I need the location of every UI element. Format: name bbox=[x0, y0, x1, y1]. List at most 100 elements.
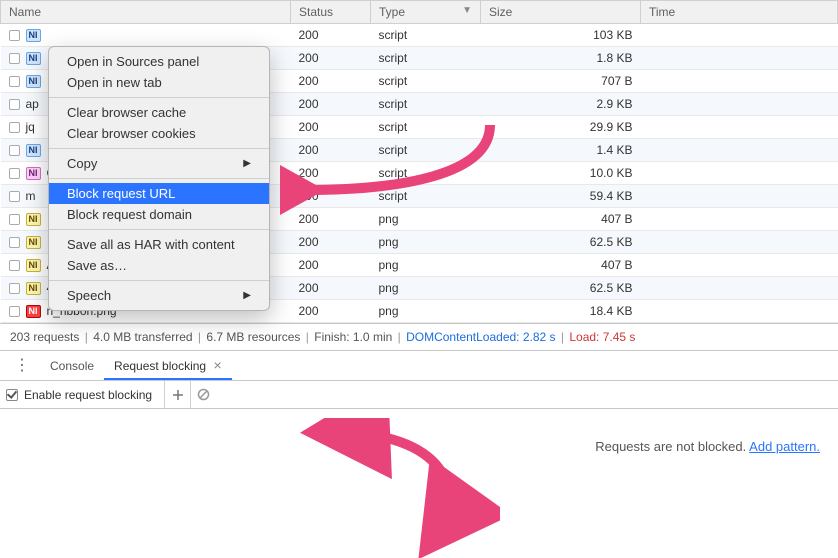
status-cell: 200 bbox=[291, 139, 371, 162]
row-checkbox[interactable] bbox=[9, 168, 20, 179]
resources: 6.7 MB resources bbox=[206, 330, 300, 344]
size-cell: 407 B bbox=[481, 208, 641, 231]
context-menu: Open in Sources panel Open in new tab Cl… bbox=[48, 46, 270, 311]
enable-blocking-label: Enable request blocking bbox=[24, 388, 152, 402]
add-pattern-link[interactable]: Add pattern. bbox=[749, 439, 820, 454]
tab-request-blocking[interactable]: Request blocking × bbox=[104, 351, 232, 380]
initiator-badge: NI bbox=[26, 259, 41, 272]
initiator-badge: NI bbox=[26, 167, 41, 180]
col-status[interactable]: Status bbox=[291, 1, 371, 24]
type-cell: png bbox=[371, 254, 481, 277]
col-size[interactable]: Size bbox=[481, 1, 641, 24]
cm-clear-cookies[interactable]: Clear browser cookies bbox=[49, 123, 269, 144]
status-cell: 200 bbox=[291, 231, 371, 254]
cm-save-har[interactable]: Save all as HAR with content bbox=[49, 234, 269, 255]
resource-name: m bbox=[26, 189, 36, 203]
clear-patterns-button[interactable] bbox=[190, 381, 216, 408]
row-checkbox[interactable] bbox=[9, 214, 20, 225]
no-block-message: Requests are not blocked. bbox=[595, 439, 746, 454]
status-cell: 200 bbox=[291, 24, 371, 47]
cm-block-url[interactable]: Block request URL bbox=[49, 183, 269, 204]
cm-open-new-tab[interactable]: Open in new tab bbox=[49, 72, 269, 93]
cm-save-as[interactable]: Save as… bbox=[49, 255, 269, 276]
status-cell: 200 bbox=[291, 254, 371, 277]
initiator-badge: NI bbox=[26, 29, 41, 42]
size-cell: 62.5 KB bbox=[481, 277, 641, 300]
row-checkbox[interactable] bbox=[9, 283, 20, 294]
submenu-arrow-icon: ▶ bbox=[243, 158, 251, 169]
initiator-badge: NI bbox=[26, 52, 41, 65]
type-cell: script bbox=[371, 93, 481, 116]
type-cell: png bbox=[371, 208, 481, 231]
row-checkbox[interactable] bbox=[9, 260, 20, 271]
row-checkbox[interactable] bbox=[9, 306, 20, 317]
resource-name: ap bbox=[26, 97, 39, 111]
status-cell: 200 bbox=[291, 47, 371, 70]
status-cell: 200 bbox=[291, 185, 371, 208]
initiator-badge: NI bbox=[26, 75, 41, 88]
dom-content-loaded: DOMContentLoaded: 2.82 s bbox=[406, 330, 555, 344]
finish-time: Finish: 1.0 min bbox=[314, 330, 392, 344]
time-cell bbox=[641, 47, 838, 70]
network-status-bar: 203 requests | 4.0 MB transferred | 6.7 … bbox=[0, 323, 838, 351]
initiator-badge: NI bbox=[26, 236, 41, 249]
type-cell: script bbox=[371, 24, 481, 47]
size-cell: 62.5 KB bbox=[481, 231, 641, 254]
type-cell: script bbox=[371, 47, 481, 70]
time-cell bbox=[641, 277, 838, 300]
initiator-badge: NI bbox=[26, 305, 41, 318]
time-cell bbox=[641, 93, 838, 116]
col-time[interactable]: Time bbox=[641, 1, 838, 24]
row-checkbox[interactable] bbox=[9, 191, 20, 202]
size-cell: 1.4 KB bbox=[481, 139, 641, 162]
tab-console[interactable]: Console bbox=[40, 353, 104, 378]
submenu-arrow-icon: ▶ bbox=[243, 290, 251, 301]
size-cell: 59.4 KB bbox=[481, 185, 641, 208]
initiator-badge: NI bbox=[26, 282, 41, 295]
cm-copy[interactable]: Copy ▶ bbox=[49, 153, 269, 174]
status-cell: 200 bbox=[291, 93, 371, 116]
time-cell bbox=[641, 254, 838, 277]
row-checkbox[interactable] bbox=[9, 99, 20, 110]
row-checkbox[interactable] bbox=[9, 122, 20, 133]
type-cell: script bbox=[371, 116, 481, 139]
drawer-menu-icon[interactable]: ⋮ bbox=[4, 358, 40, 374]
time-cell bbox=[641, 185, 838, 208]
time-cell bbox=[641, 208, 838, 231]
cm-open-sources[interactable]: Open in Sources panel bbox=[49, 51, 269, 72]
cm-block-domain[interactable]: Block request domain bbox=[49, 204, 269, 225]
close-icon[interactable]: × bbox=[213, 357, 221, 373]
row-checkbox[interactable] bbox=[9, 145, 20, 156]
size-cell: 103 KB bbox=[481, 24, 641, 47]
enable-blocking-checkbox[interactable] bbox=[6, 389, 18, 401]
row-checkbox[interactable] bbox=[9, 53, 20, 64]
row-checkbox[interactable] bbox=[9, 76, 20, 87]
rb-toolbar: Enable request blocking bbox=[0, 381, 838, 409]
size-cell: 2.9 KB bbox=[481, 93, 641, 116]
add-pattern-button[interactable] bbox=[164, 381, 190, 408]
time-cell bbox=[641, 24, 838, 47]
size-cell: 707 B bbox=[481, 70, 641, 93]
type-cell: script bbox=[371, 162, 481, 185]
size-cell: 18.4 KB bbox=[481, 300, 641, 323]
cm-speech[interactable]: Speech ▶ bbox=[49, 285, 269, 306]
status-cell: 200 bbox=[291, 70, 371, 93]
row-checkbox[interactable] bbox=[9, 237, 20, 248]
drawer-tab-bar: ⋮ Console Request blocking × bbox=[0, 351, 838, 381]
type-cell: png bbox=[371, 300, 481, 323]
time-cell bbox=[641, 300, 838, 323]
table-header-row: Name Status Type▼ Size Time bbox=[1, 1, 838, 24]
size-cell: 29.9 KB bbox=[481, 116, 641, 139]
type-cell: script bbox=[371, 185, 481, 208]
size-cell: 10.0 KB bbox=[481, 162, 641, 185]
table-row[interactable]: NI 200script103 KB bbox=[1, 24, 838, 47]
type-cell: png bbox=[371, 231, 481, 254]
time-cell bbox=[641, 162, 838, 185]
col-type[interactable]: Type▼ bbox=[371, 1, 481, 24]
cm-clear-cache[interactable]: Clear browser cache bbox=[49, 102, 269, 123]
load-time: Load: 7.45 s bbox=[569, 330, 635, 344]
row-checkbox[interactable] bbox=[9, 30, 20, 41]
col-name[interactable]: Name bbox=[1, 1, 291, 24]
size-cell: 407 B bbox=[481, 254, 641, 277]
status-cell: 200 bbox=[291, 162, 371, 185]
